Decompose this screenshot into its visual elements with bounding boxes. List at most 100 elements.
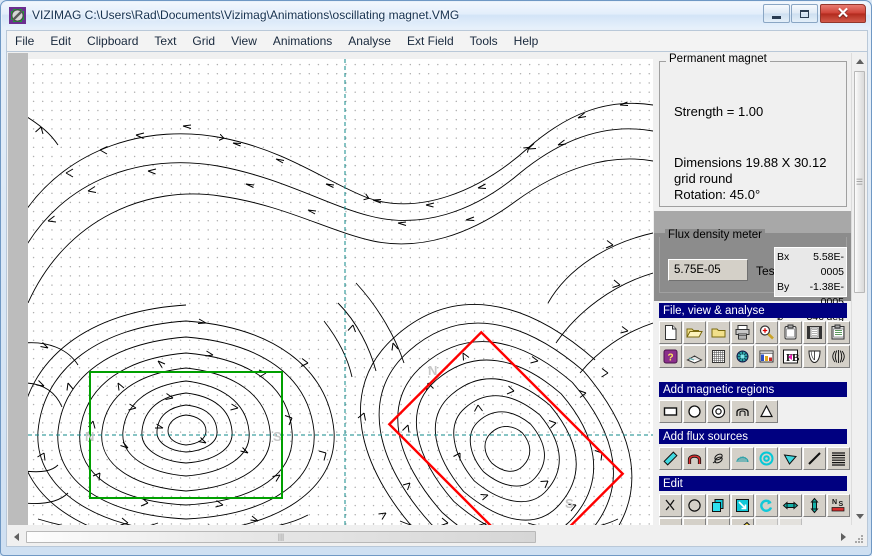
menu-file[interactable]: File — [7, 32, 42, 50]
coil-icon[interactable] — [707, 447, 730, 470]
new-file-icon[interactable] — [659, 321, 682, 344]
paint-icon[interactable] — [731, 518, 754, 525]
chevron-up-icon — [855, 59, 864, 64]
svg-text:I: I — [692, 522, 697, 525]
book-icon[interactable] — [683, 345, 706, 368]
flux-density-value[interactable]: 5.75E-05 — [668, 259, 748, 281]
triangle-region-icon[interactable] — [755, 400, 778, 423]
scroll-right-button[interactable] — [836, 530, 851, 543]
permanent-magnet-groupbox: Permanent magnet Strength = 1.00 Dimensi… — [659, 53, 847, 207]
bar-magnet-icon[interactable] — [659, 447, 682, 470]
svg-text:?: ? — [667, 353, 673, 364]
menu-tools[interactable]: Tools — [462, 32, 506, 50]
window-controls: ✕ — [762, 4, 866, 23]
circle-region-icon[interactable] — [683, 400, 706, 423]
palette-row-edit-1: NS — [659, 494, 851, 517]
arch-region-icon[interactable] — [731, 400, 754, 423]
wedge-magnet-icon[interactable] — [779, 447, 802, 470]
menu-help[interactable]: Help — [506, 32, 547, 50]
close-button[interactable]: ✕ — [820, 4, 866, 23]
vertical-scroll-thumb[interactable]: ☰ — [854, 71, 865, 293]
field-canvas[interactable]: N S N S — [8, 53, 653, 525]
side-panel: Permanent magnet Strength = 1.00 Dimensi… — [654, 53, 852, 525]
window-title: VIZIMAG C:\Users\Rad\Documents\Vizimag\A… — [32, 8, 460, 22]
scroll-down-button[interactable] — [853, 509, 866, 524]
menu-grid[interactable]: Grid — [184, 32, 223, 50]
rectangle-region-icon[interactable] — [659, 400, 682, 423]
solenoid-icon[interactable] — [731, 447, 754, 470]
palette-row-regions — [659, 400, 779, 423]
scroll-grip-h: ||| — [277, 532, 285, 542]
redo-icon[interactable] — [779, 518, 802, 525]
field-lines-icon[interactable] — [827, 345, 850, 368]
svg-text:S: S — [839, 501, 844, 508]
palette-header-add-magnetic-regions: Add magnetic regions — [659, 382, 847, 397]
text-tool-icon[interactable]: I — [683, 518, 706, 525]
circle-outline-icon[interactable] — [683, 494, 706, 517]
flip-vertical-icon[interactable] — [803, 494, 826, 517]
undo-icon[interactable] — [755, 518, 778, 525]
palette-row-file-1 — [659, 321, 851, 344]
grid-icon[interactable] — [707, 345, 730, 368]
red-magnet-pole-s: S — [565, 496, 574, 511]
copy-icon[interactable] — [707, 494, 730, 517]
ring-current-icon[interactable] — [755, 447, 778, 470]
resize-grip[interactable] — [853, 532, 865, 544]
permanent-magnet-title: Permanent magnet — [666, 53, 770, 65]
palette-header-add-flux-sources: Add flux sources — [659, 429, 847, 444]
vertical-scrollbar[interactable]: ☰ — [851, 53, 866, 525]
menu-bar: File Edit Clipboard Text Grid View Anima… — [6, 30, 868, 51]
minimize-button[interactable] — [763, 4, 790, 23]
bx-value: 5.58E-0005 — [813, 251, 844, 278]
delete-icon[interactable]: D — [659, 518, 682, 525]
palette-header-edit: Edit — [659, 476, 847, 491]
maximize-button[interactable] — [791, 4, 818, 23]
chevron-down-icon — [855, 514, 864, 519]
table-chart-icon[interactable] — [755, 345, 778, 368]
svg-text:D: D — [666, 522, 675, 525]
horizontal-scroll-thumb[interactable]: ||| — [26, 531, 536, 543]
save-folder-icon[interactable] — [707, 321, 730, 344]
svg-text:A: A — [714, 522, 724, 525]
menu-clipboard[interactable]: Clipboard — [79, 32, 146, 50]
magnet-dimensions-value: Dimensions 19.88 X 30.12 grid round — [674, 155, 827, 186]
menu-ext-field[interactable]: Ext Field — [399, 32, 462, 50]
meter-icon[interactable] — [803, 345, 826, 368]
menu-analyse[interactable]: Analyse — [340, 32, 399, 50]
paste-arrow-icon[interactable] — [731, 494, 754, 517]
mesh-icon[interactable] — [731, 345, 754, 368]
menu-edit[interactable]: Edit — [42, 32, 79, 50]
flux-components-readout: Bx 5.58E-0005 By -1.38E-0005 ⌀ 346 deg — [774, 247, 847, 323]
horseshoe-magnet-icon[interactable] — [683, 447, 706, 470]
svg-text:B: B — [792, 352, 799, 364]
menu-text[interactable]: Text — [146, 32, 184, 50]
menu-animations[interactable]: Animations — [265, 32, 340, 50]
film-strip-icon[interactable] — [803, 321, 826, 344]
clipboard-icon[interactable] — [779, 321, 802, 344]
palette-row-flux — [659, 447, 851, 470]
menu-view[interactable]: View — [223, 32, 265, 50]
flux-b-icon[interactable]: FB — [779, 345, 802, 368]
magnet-strength-value: Strength = 1.00 — [674, 104, 764, 119]
green-magnet-pole-n: N — [85, 429, 94, 444]
bx-label: Bx — [777, 251, 790, 263]
clipboard-film-icon[interactable] — [827, 321, 850, 344]
scroll-up-button[interactable] — [853, 54, 866, 69]
font-icon[interactable]: A — [707, 518, 730, 525]
scroll-left-button[interactable] — [9, 530, 24, 543]
chevron-left-icon — [14, 532, 19, 541]
wire-icon[interactable] — [803, 447, 826, 470]
flip-horizontal-icon[interactable] — [779, 494, 802, 517]
reverse-poles-icon[interactable]: NS — [827, 494, 850, 517]
zoom-in-icon[interactable] — [755, 321, 778, 344]
annulus-region-icon[interactable] — [707, 400, 730, 423]
open-folder-icon[interactable] — [683, 321, 706, 344]
help-book-icon[interactable]: ? — [659, 345, 682, 368]
select-cut-icon[interactable] — [659, 494, 682, 517]
uniform-field-icon[interactable] — [827, 447, 850, 470]
print-icon[interactable] — [731, 321, 754, 344]
rotate-icon[interactable] — [755, 494, 778, 517]
scroll-grip: ☰ — [855, 177, 864, 187]
maximize-icon — [800, 9, 809, 18]
horizontal-scrollbar[interactable]: ||| — [8, 529, 852, 545]
